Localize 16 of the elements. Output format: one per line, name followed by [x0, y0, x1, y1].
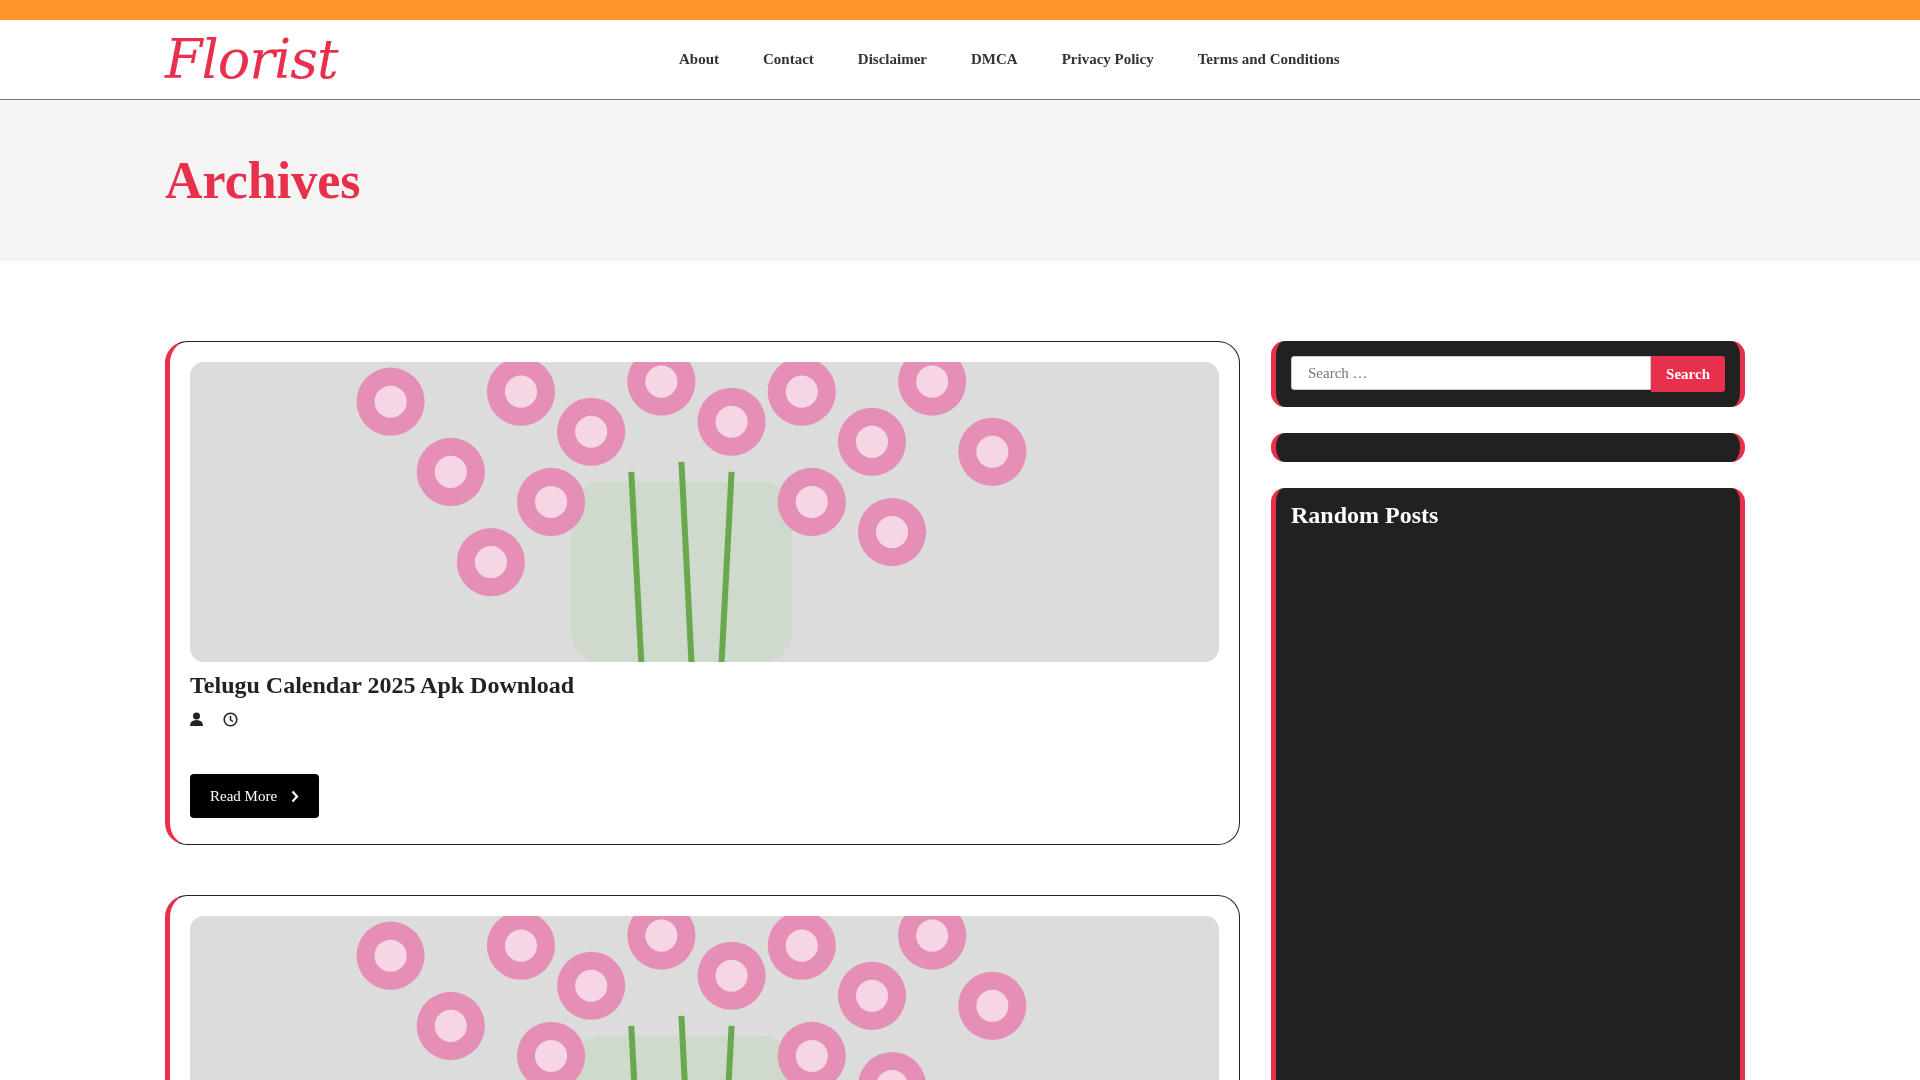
search-field[interactable]: Search …: [1291, 356, 1652, 390]
page-title: Archives: [165, 151, 361, 210]
nav-link[interactable]: Privacy Policy: [1061, 51, 1154, 68]
post-title[interactable]: Telugu Calendar 2025 Apk Download: [190, 672, 1219, 699]
nav-link[interactable]: DMCA: [971, 51, 1018, 68]
site-logo[interactable]: Florist: [165, 28, 345, 91]
chevron-right-icon: [291, 789, 300, 803]
read-more-button[interactable]: Read More: [190, 774, 320, 818]
nav-link[interactable]: About: [679, 51, 719, 68]
clock-icon: [223, 711, 238, 727]
nav-link[interactable]: Contact: [763, 51, 814, 68]
search-button[interactable]: Search: [1651, 356, 1725, 392]
widget-title: Random Posts: [1291, 502, 1440, 529]
nav-link[interactable]: Disclaimer: [857, 51, 927, 68]
nav-link[interactable]: Terms and Conditions: [1197, 51, 1340, 68]
user-icon: [190, 712, 203, 726]
